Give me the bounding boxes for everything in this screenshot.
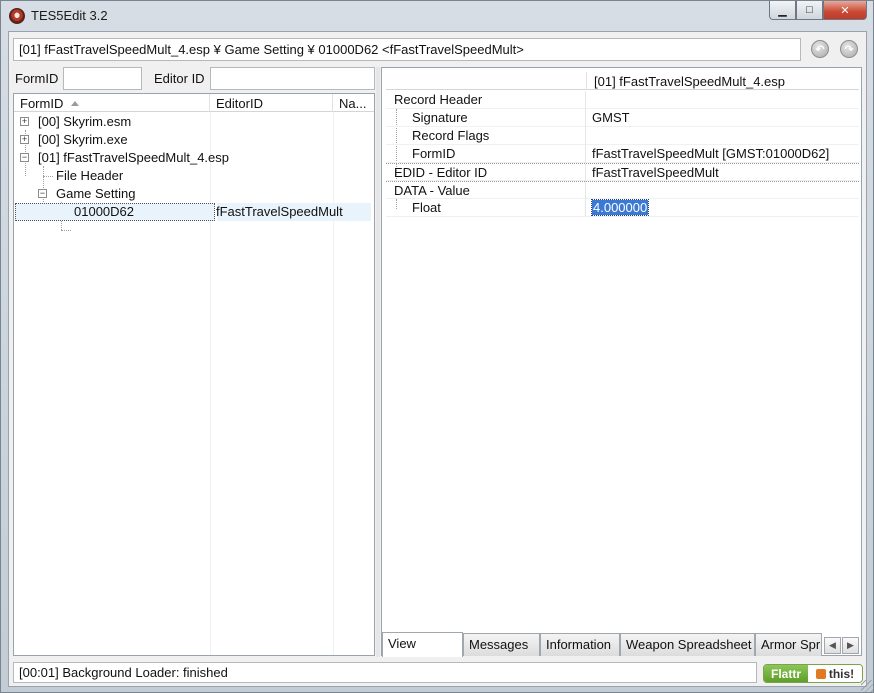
record-view-column-header[interactable]: [01] fFastTravelSpeedMult_4.esp <box>586 72 792 90</box>
tab-scroll-right-icon[interactable]: ▶ <box>842 637 859 654</box>
resize-grip[interactable] <box>861 680 873 692</box>
sort-ascending-icon <box>71 101 80 106</box>
flattr-logo-icon <box>815 668 826 679</box>
column-header-editorid[interactable]: EditorID <box>210 94 333 112</box>
tree-node[interactable]: File Header <box>14 167 374 185</box>
tree-node-editorid: fFastTravelSpeedMult <box>216 204 343 219</box>
editorid-filter-input[interactable] <box>210 67 375 90</box>
field-value: fFastTravelSpeedMult <box>592 165 719 180</box>
back-arrow-icon[interactable]: ↶ <box>811 40 829 58</box>
tree-node-label: 01000D62 <box>74 204 134 219</box>
tab-information[interactable]: Information <box>540 633 620 656</box>
cell-divider <box>585 164 586 182</box>
tab-armor-spreadsheet[interactable]: Armor Spr <box>755 633 822 656</box>
expand-icon[interactable]: + <box>20 135 29 144</box>
tree-node[interactable]: − [01] fFastTravelSpeedMult_4.esp <box>14 149 374 167</box>
record-field-row[interactable]: FormID fFastTravelSpeedMult [GMST:01000D… <box>386 145 859 163</box>
cell-divider <box>585 127 586 145</box>
record-view-header: [01] fFastTravelSpeedMult_4.esp <box>386 72 859 90</box>
formid-filter-input[interactable] <box>63 67 142 90</box>
cell-divider <box>585 182 586 200</box>
record-field-row[interactable]: Record Flags <box>386 127 859 145</box>
field-name: Record Header <box>394 92 483 107</box>
record-path-field[interactable]: [01] fFastTravelSpeedMult_4.esp ¥ Game S… <box>13 38 801 61</box>
tree-node[interactable]: + [00] Skyrim.exe <box>14 131 374 149</box>
tree-node-label: Game Setting <box>56 186 136 201</box>
tree-column-headers: FormID EditorID Na... <box>14 94 374 112</box>
tree-node-label: [00] Skyrim.exe <box>38 132 128 147</box>
tab-messages[interactable]: Messages <box>463 633 540 656</box>
client-area: [01] fFastTravelSpeedMult_4.esp ¥ Game S… <box>8 31 867 687</box>
maximize-button[interactable]: □ <box>796 1 823 20</box>
status-bar: [00:01] Background Loader: finished <box>13 662 757 683</box>
record-tree[interactable]: FormID EditorID Na... + [00] Skyrim.esm … <box>13 93 375 656</box>
cell-divider <box>585 199 586 217</box>
field-value: fFastTravelSpeedMult [GMST:01000D62] <box>592 146 830 161</box>
field-name: Record Flags <box>412 128 490 143</box>
tree-node-label: [01] fFastTravelSpeedMult_4.esp <box>38 150 230 165</box>
column-header-formid[interactable]: FormID <box>14 94 210 112</box>
flattr-button[interactable]: Flattr this! <box>763 664 863 683</box>
field-name: DATA - Value <box>394 183 470 198</box>
expand-icon[interactable]: + <box>20 117 29 126</box>
minimize-button[interactable]: ▁ <box>769 1 796 20</box>
tree-node[interactable]: + [00] Skyrim.esm <box>14 113 374 131</box>
close-button[interactable]: ✕ <box>823 1 867 20</box>
record-view-tabs: View Messages Information Weapon Spreads… <box>381 632 863 657</box>
record-field-row[interactable]: Float 4.000000 <box>386 199 859 217</box>
tree-node-label: File Header <box>56 168 124 183</box>
record-field-row[interactable]: DATA - Value <box>386 181 859 200</box>
tab-weapon-spreadsheet[interactable]: Weapon Spreadsheet <box>620 633 755 656</box>
record-field-row[interactable]: Record Header <box>386 91 859 109</box>
app-window: TES5Edit 3.2 ▁ □ ✕ [01] fFastTravelSpeed… <box>0 0 874 693</box>
float-value-field[interactable]: 4.000000 <box>590 199 650 216</box>
window-title: TES5Edit 3.2 <box>31 8 108 23</box>
flattr-label: Flattr <box>764 665 808 682</box>
formid-filter-label: FormID <box>15 71 59 86</box>
editorid-filter-label: Editor ID <box>154 71 205 86</box>
title-bar[interactable]: TES5Edit 3.2 ▁ □ ✕ <box>1 1 873 31</box>
app-logo-icon <box>9 8 25 24</box>
field-name: EDID - Editor ID <box>394 165 488 180</box>
field-name: Signature <box>412 110 468 125</box>
tab-scroll-left-icon[interactable]: ◀ <box>824 637 841 654</box>
record-field-row[interactable]: EDID - Editor ID fFastTravelSpeedMult <box>386 163 859 182</box>
window-controls: ▁ □ ✕ <box>769 1 867 21</box>
column-header-name[interactable]: Na... <box>333 94 374 112</box>
collapse-icon[interactable]: − <box>20 153 29 162</box>
tree-node-selected[interactable]: 01000D62 fFastTravelSpeedMult <box>14 203 374 221</box>
tab-view[interactable]: View <box>382 632 463 657</box>
cell-divider <box>585 91 586 109</box>
cell-divider <box>585 109 586 127</box>
filter-row: FormID Editor ID <box>13 67 375 91</box>
record-field-row[interactable]: Signature GMST <box>386 109 859 127</box>
collapse-icon[interactable]: − <box>38 189 47 198</box>
field-value: GMST <box>592 110 630 125</box>
tree-node[interactable]: − Game Setting <box>14 185 374 203</box>
flattr-this: this! <box>808 665 862 682</box>
field-name: FormID <box>412 146 456 161</box>
field-name: Float <box>412 200 441 215</box>
tree-line <box>61 230 71 231</box>
cell-divider <box>585 145 586 163</box>
tree-node-label: [00] Skyrim.esm <box>38 114 132 129</box>
flattr-this-label: this! <box>828 666 855 681</box>
record-view[interactable]: [01] fFastTravelSpeedMult_4.esp Record H… <box>381 67 862 656</box>
forward-arrow-icon[interactable]: ↷ <box>840 40 858 58</box>
panel-splitter[interactable] <box>376 67 380 657</box>
